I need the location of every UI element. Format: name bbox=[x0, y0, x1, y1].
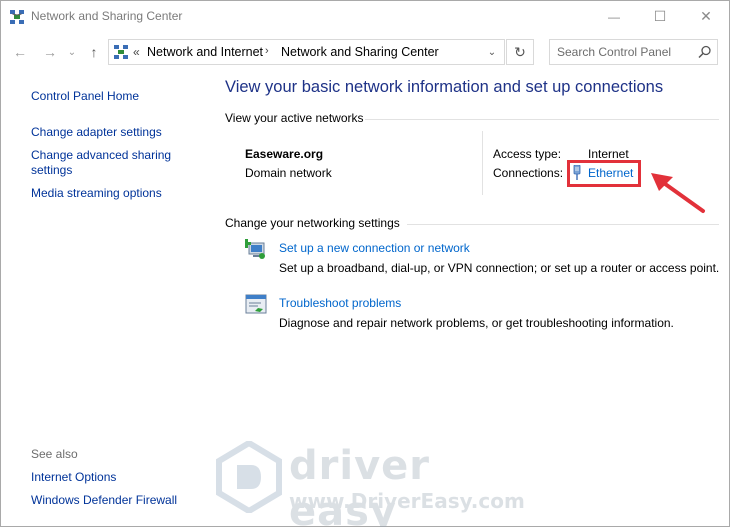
windows-defender-firewall-link[interactable]: Windows Defender Firewall bbox=[31, 493, 177, 508]
active-networks-heading: View your active networks bbox=[225, 111, 364, 125]
close-icon: ✕ bbox=[700, 8, 712, 24]
window-title: Network and Sharing Center bbox=[31, 9, 183, 23]
network-name: Easeware.org bbox=[245, 147, 324, 161]
troubleshoot-problems-link[interactable]: Troubleshoot problems bbox=[279, 296, 401, 310]
highlight-box bbox=[567, 160, 641, 187]
access-type-label: Access type: bbox=[493, 147, 562, 161]
close-button[interactable]: ✕ bbox=[683, 1, 729, 32]
breadcrumb-overflow-icon[interactable]: « bbox=[133, 45, 140, 59]
change-adapter-settings-link[interactable]: Change adapter settings bbox=[31, 125, 162, 140]
chevron-down-icon: ⌄ bbox=[67, 46, 77, 58]
watermark: driver easy www.DriverEasy.com bbox=[211, 433, 531, 527]
pointer-arrow-icon bbox=[651, 173, 705, 213]
window: Network and Sharing Center — ☐ ✕ ← → ⌄ ↑ bbox=[0, 0, 730, 527]
watermark-brand: driver easy bbox=[289, 443, 430, 527]
title-bar: Network and Sharing Center — ☐ ✕ bbox=[1, 1, 729, 32]
section-divider bbox=[365, 119, 719, 120]
left-pane: Control Panel Home Change adapter settin… bbox=[1, 71, 211, 526]
page-title: View your basic network information and … bbox=[225, 78, 664, 96]
refresh-icon: ↻ bbox=[514, 43, 526, 60]
up-arrow-icon: ↑ bbox=[90, 44, 98, 60]
change-settings-heading: Change your networking settings bbox=[225, 216, 400, 230]
setup-connection-description: Set up a broadband, dial-up, or VPN conn… bbox=[279, 261, 720, 275]
change-advanced-sharing-settings-link[interactable]: Change advanced sharing settings bbox=[31, 148, 181, 178]
breadcrumb-network-and-sharing-center[interactable]: Network and Sharing Center bbox=[281, 45, 439, 59]
maximize-button[interactable]: ☐ bbox=[637, 1, 683, 32]
maximize-icon: ☐ bbox=[653, 8, 667, 24]
troubleshoot-description: Diagnose and repair network problems, or… bbox=[279, 316, 674, 330]
connections-label: Connections: bbox=[493, 166, 564, 180]
refresh-button[interactable]: ↻ bbox=[506, 39, 534, 65]
breadcrumb-network-and-internet[interactable]: Network and Internet bbox=[147, 45, 263, 59]
forward-arrow-icon: → bbox=[43, 44, 57, 60]
search-box[interactable]: Search Control Panel bbox=[549, 39, 718, 65]
internet-options-link[interactable]: Internet Options bbox=[31, 470, 116, 485]
back-button[interactable]: ← bbox=[11, 43, 29, 61]
navigation-bar: ← → ⌄ ↑ « Network and Internet › Network… bbox=[1, 35, 729, 69]
watermark-url: www.DriverEasy.com bbox=[289, 489, 525, 513]
control-panel-home-link[interactable]: Control Panel Home bbox=[31, 89, 139, 104]
access-type-value: Internet bbox=[588, 147, 629, 161]
minimize-icon: — bbox=[608, 9, 620, 24]
see-also-heading: See also bbox=[31, 447, 78, 461]
forward-button[interactable]: → bbox=[41, 43, 59, 61]
network-setup-icon bbox=[245, 239, 265, 259]
control-panel-icon bbox=[114, 45, 128, 59]
search-input[interactable]: Search Control Panel bbox=[557, 45, 671, 59]
up-button[interactable]: ↑ bbox=[85, 43, 103, 61]
recent-locations-button[interactable]: ⌄ bbox=[63, 43, 81, 61]
address-dropdown-button[interactable]: ⌄ bbox=[480, 40, 504, 64]
chevron-down-icon: ⌄ bbox=[487, 46, 497, 58]
breadcrumb-separator-icon[interactable]: › bbox=[265, 45, 269, 57]
section-divider bbox=[407, 224, 719, 225]
minimize-button[interactable]: — bbox=[591, 1, 637, 32]
setup-connection-link[interactable]: Set up a new connection or network bbox=[279, 241, 470, 255]
network-divider bbox=[482, 131, 483, 195]
troubleshoot-icon bbox=[245, 294, 267, 314]
media-streaming-options-link[interactable]: Media streaming options bbox=[31, 186, 162, 201]
network-center-icon bbox=[10, 10, 24, 24]
back-arrow-icon: ← bbox=[13, 44, 27, 60]
driver-easy-logo-icon bbox=[216, 441, 282, 513]
search-icon[interactable] bbox=[698, 45, 712, 59]
address-bar[interactable]: « Network and Internet › Network and Sha… bbox=[108, 39, 505, 65]
network-type: Domain network bbox=[245, 166, 332, 180]
